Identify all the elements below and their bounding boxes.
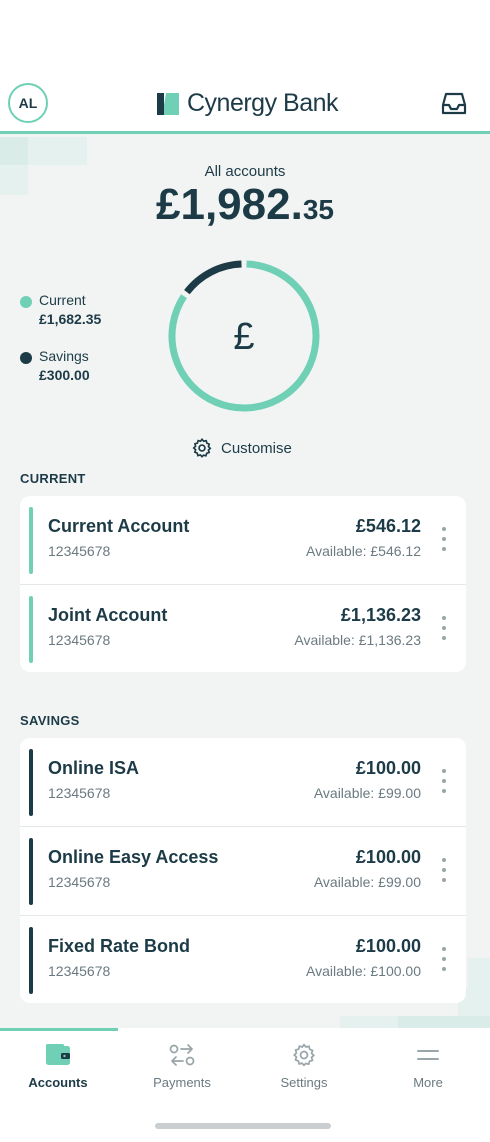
donut-segment-savings	[184, 260, 242, 295]
nav-item-more[interactable]: More	[373, 1042, 483, 1102]
app-header: AL Cynergy Bank	[0, 0, 490, 134]
all-accounts-label: All accounts	[204, 163, 286, 180]
profile-avatar[interactable]: AL	[8, 83, 48, 123]
current-accounts-card: Current Account 12345678 £546.12 Availab…	[20, 496, 466, 672]
account-row-fixed-rate-bond[interactable]: Fixed Rate Bond 12345678 £100.00 Availab…	[20, 915, 466, 1004]
customise-label: Customise	[221, 439, 292, 457]
nav-label: Accounts	[28, 1075, 88, 1090]
transfer-icon	[169, 1044, 195, 1066]
section-title-savings: SAVINGS	[20, 713, 80, 728]
account-number: 12345678	[48, 874, 111, 890]
customise-button[interactable]: Customise	[191, 436, 292, 460]
brand-name: Cynergy Bank	[187, 89, 339, 117]
legend-label: Savings	[39, 348, 89, 364]
more-options-icon[interactable]	[440, 947, 448, 971]
account-balance: £100.00	[355, 847, 421, 867]
account-balance: £100.00	[355, 758, 421, 778]
decor-pixel	[398, 1016, 428, 1028]
account-number: 12345678	[48, 785, 111, 801]
menu-icon	[417, 1050, 439, 1060]
decor-pixel	[0, 137, 28, 165]
cynergy-logo-icon	[157, 92, 179, 115]
pound-symbol: £	[233, 316, 254, 358]
account-available: Available: £100.00	[306, 963, 421, 979]
account-row-online-easy-access[interactable]: Online Easy Access 12345678 £100.00 Avai…	[20, 826, 466, 915]
account-type-bar	[29, 927, 33, 994]
nav-label: Settings	[280, 1075, 328, 1090]
account-name: Fixed Rate Bond	[48, 936, 191, 956]
account-available: Available: £99.00	[313, 785, 421, 801]
account-type-bar	[29, 838, 33, 905]
gear-icon	[292, 1043, 316, 1067]
gear-icon	[192, 437, 212, 458]
account-row-online-isa[interactable]: Online ISA 12345678 £100.00 Available: £…	[20, 738, 466, 827]
legend-label: Current	[39, 292, 86, 308]
account-name: Online Easy Access	[48, 847, 219, 867]
decor-pixel	[340, 1016, 398, 1028]
account-available: Available: £99.00	[313, 874, 421, 890]
account-number: 12345678	[48, 632, 111, 648]
account-row-joint-account[interactable]: Joint Account 12345678 £1,136.23 Availab…	[20, 584, 466, 673]
total-balance-pounds: £1,982.	[156, 180, 303, 229]
section-title-current: CURRENT	[20, 471, 86, 486]
more-options-icon[interactable]	[440, 858, 448, 882]
inbox-icon[interactable]	[441, 91, 467, 117]
active-tab-indicator	[0, 1028, 118, 1031]
home-indicator	[155, 1123, 331, 1129]
account-balance: £1,136.23	[340, 605, 421, 625]
balance-donut-chart: £	[168, 260, 320, 412]
decor-pixel	[58, 137, 87, 165]
nav-label: Payments	[153, 1075, 211, 1090]
avatar-initials: AL	[18, 95, 38, 111]
total-balance-pence: 35	[302, 194, 334, 225]
nav-item-payments[interactable]: Payments	[127, 1042, 237, 1102]
account-balance: £546.12	[355, 516, 421, 536]
account-name: Current Account	[48, 516, 190, 536]
account-available: Available: £1,136.23	[294, 632, 421, 648]
account-name: Joint Account	[48, 605, 168, 625]
account-number: 12345678	[48, 543, 111, 559]
account-balance: £100.00	[355, 936, 421, 956]
nav-item-accounts[interactable]: Accounts	[3, 1042, 113, 1102]
account-type-bar	[29, 596, 33, 663]
account-available: Available: £546.12	[306, 543, 421, 559]
decor-pixel	[428, 1016, 490, 1028]
nav-label: More	[413, 1075, 443, 1090]
account-number: 12345678	[48, 963, 111, 979]
legend-dot-savings	[20, 352, 32, 364]
total-balance: £1,982.35	[0, 180, 490, 230]
legend-value: £300.00	[39, 367, 90, 383]
account-row-current-account[interactable]: Current Account 12345678 £546.12 Availab…	[20, 496, 466, 585]
more-options-icon[interactable]	[440, 616, 448, 640]
account-type-bar	[29, 507, 33, 574]
account-name: Online ISA	[48, 758, 140, 778]
more-options-icon[interactable]	[440, 527, 448, 551]
brand-logo: Cynergy Bank	[155, 89, 339, 118]
legend-value: £1,682.35	[39, 311, 102, 327]
legend-dot-current	[20, 296, 32, 308]
decor-pixel	[28, 137, 58, 165]
savings-accounts-card: Online ISA 12345678 £100.00 Available: £…	[20, 738, 466, 1003]
account-type-bar	[29, 749, 33, 816]
more-options-icon[interactable]	[440, 769, 448, 793]
decor-pixel	[468, 958, 490, 988]
wallet-icon	[46, 1044, 70, 1065]
nav-item-settings[interactable]: Settings	[249, 1042, 359, 1102]
